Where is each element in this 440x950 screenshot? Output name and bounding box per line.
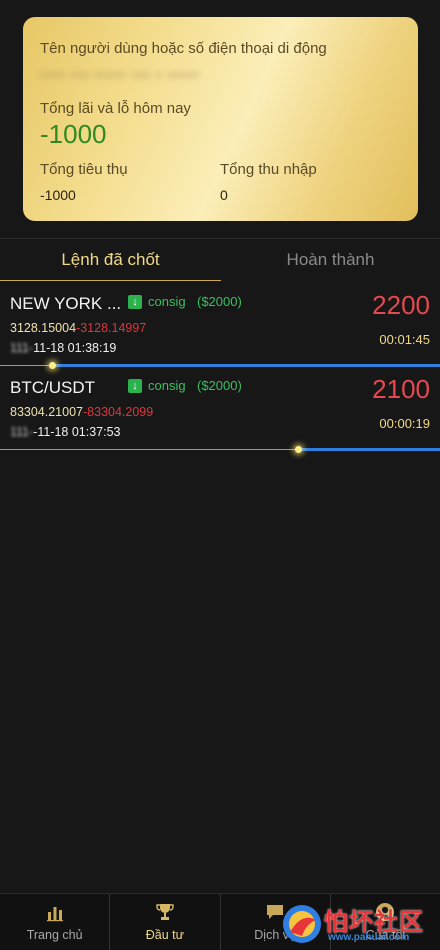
order-countdown: 00:01:45 [379,332,430,347]
order-time-masked: 111- [10,341,34,355]
order-time-masked: 111- [10,425,34,439]
user-icon [376,903,395,921]
order-countdown: 00:00:19 [379,416,430,431]
total-consumption-label: Tổng tiêu thụ [40,161,128,178]
order-time-value: 11-18 01:38:19 [33,341,117,355]
total-income-value: 0 [220,187,228,203]
order-progress-fill [299,448,440,451]
order-amount: 2200 [372,290,430,320]
total-income-label: Tổng thu nhập [220,161,317,178]
order-time: 111-11-18 01:38:19 [10,341,116,355]
bar-chart-icon [46,907,63,922]
open-price: 3128.15004 [10,321,77,335]
close-price: 83304.2099 [87,405,154,419]
order-tabs: Lệnh đã chốt Hoàn thành [0,238,440,281]
trophy-icon [156,904,174,920]
order-symbol: BTC/USDT [10,378,95,397]
arrow-down-icon: ↓ [128,379,142,393]
today-pnl-label: Tổng lãi và lỗ hôm nay [40,100,191,117]
tab-closed-orders[interactable]: Lệnh đã chốt [0,239,221,281]
order-direction: consig [148,378,186,393]
nav-profile-label: Của tôi [365,928,406,942]
today-pnl-value: -1000 [40,119,107,149]
order-row[interactable]: NEW YORK ... ↓ consig ($2000) 3128.15004… [0,286,440,369]
chat-icon [267,905,284,919]
close-price: 3128.14997 [80,321,147,335]
order-amount: 2100 [372,374,430,404]
order-prices: 3128.15004-3128.14997 [10,321,146,335]
arrow-down-icon: ↓ [128,295,142,309]
username-label: Tên người dùng hoặc số điện thoại di độn… [40,40,327,57]
order-direction: consig [148,294,186,309]
order-symbol: NEW YORK ... [10,294,122,313]
nav-home[interactable]: Trang chủ [0,894,111,950]
nav-invest-label: Đầu tư [145,928,184,942]
order-progress-bar [0,362,440,369]
total-consumption-value: -1000 [40,187,76,203]
username-value: **** *** ***** *** * ***** [40,69,200,85]
nav-home-label: Trang chủ [26,928,83,942]
tab-completed[interactable]: Hoàn thành [221,239,440,281]
order-row[interactable]: BTC/USDT ↓ consig ($2000) 83304.21007-83… [0,370,440,453]
open-price: 83304.21007 [10,405,83,419]
order-time: 111--11-18 01:37:53 [10,425,121,439]
account-summary-card: Tên người dùng hoặc số điện thoại di độn… [23,17,418,221]
order-prices: 83304.21007-83304.2099 [10,405,153,419]
order-stake: ($2000) [197,378,242,393]
nav-invest[interactable]: Đầu tư [110,894,221,950]
nav-profile[interactable]: Của tôi [331,894,440,950]
nav-service-label: Dịch vụ [254,928,296,942]
order-progress-dot [295,446,303,453]
order-stake: ($2000) [197,294,242,309]
order-progress-bar [0,446,440,453]
order-progress-fill [52,364,440,367]
nav-service[interactable]: Dịch vụ [221,894,331,950]
order-progress-dot [48,362,56,369]
order-time-value: -11-18 01:37:53 [33,425,121,439]
bottom-navigation: Trang chủ Đầu tư Dịch vụ Của tôi [0,893,440,950]
